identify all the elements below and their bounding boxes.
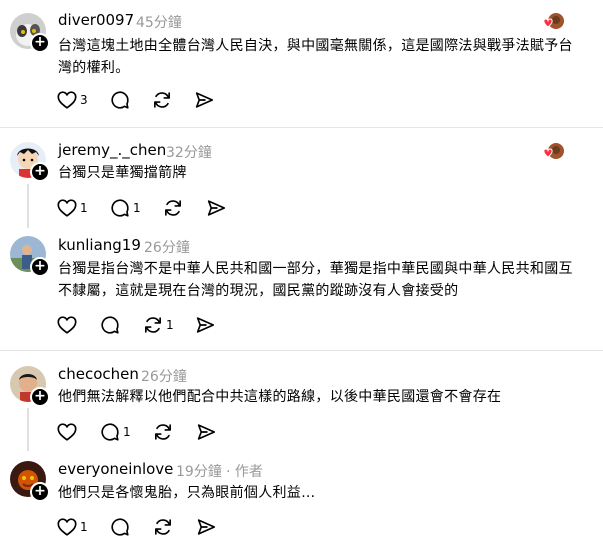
action-bar: 1 bbox=[56, 313, 256, 337]
timestamp: 19分鐘 bbox=[176, 464, 222, 480]
share-button[interactable] bbox=[195, 515, 217, 539]
reply-button[interactable]: 1 bbox=[99, 420, 131, 444]
post-text: 他們無法解釋以他們配合中共這樣的路線，以後中華民國還會不會存在 bbox=[58, 386, 603, 408]
action-bar: 1 1 bbox=[56, 196, 256, 220]
action-bar: 3 bbox=[56, 88, 256, 112]
action-bar: 1 bbox=[56, 515, 256, 539]
reply-button[interactable]: 1 bbox=[109, 196, 141, 220]
repost-icon bbox=[152, 421, 174, 443]
like-count: 1 bbox=[80, 520, 88, 534]
like-button[interactable]: 1 bbox=[56, 196, 88, 220]
action-bar: 1 bbox=[56, 420, 256, 444]
follow-plus-icon[interactable]: + bbox=[30, 33, 50, 53]
heart-icon bbox=[56, 516, 78, 538]
post-text: 台獨只是華獨擋箭牌 bbox=[58, 162, 603, 184]
post-text: 台灣這塊土地由全體台灣人民自決，與中國毫無關係，這是國際法與戰爭法賦予台 灣的權… bbox=[58, 35, 603, 79]
like-button[interactable] bbox=[56, 313, 78, 337]
like-count: 1 bbox=[80, 201, 88, 215]
thread-line bbox=[27, 408, 29, 451]
send-icon bbox=[195, 516, 217, 538]
like-button[interactable]: 1 bbox=[56, 515, 88, 539]
author-tag: · 作者 bbox=[226, 464, 263, 480]
timestamp: 45分鐘 bbox=[136, 15, 182, 31]
reply-button[interactable] bbox=[109, 88, 131, 112]
post-checochen: + checochen 26分鐘 他們無法解釋以他們配合中共這樣的路線，以後中華… bbox=[0, 351, 603, 451]
heart-icon bbox=[56, 421, 78, 443]
post-text-line: 台獨只是華獨擋箭牌 bbox=[58, 165, 187, 181]
username[interactable]: kunliang19 bbox=[58, 236, 141, 254]
username[interactable]: diver0097 bbox=[58, 11, 134, 29]
comment-icon bbox=[99, 421, 121, 443]
post-jeremy: + jeremy_._chen 32分鐘 台獨只是華獨擋箭牌 1 1 bbox=[0, 128, 603, 228]
follow-plus-icon[interactable]: + bbox=[30, 162, 50, 182]
repost-button[interactable] bbox=[152, 515, 174, 539]
post-text-line: 他們無法解釋以他們配合中共這樣的路線，以後中華民國還會不會存在 bbox=[58, 389, 502, 405]
send-icon bbox=[193, 89, 215, 111]
follow-plus-icon[interactable]: + bbox=[30, 387, 50, 407]
timestamp: 26分鐘 bbox=[144, 240, 190, 256]
repost-button[interactable] bbox=[151, 88, 173, 112]
repost-icon bbox=[142, 314, 164, 336]
timestamp: 26分鐘 bbox=[141, 369, 187, 385]
like-button[interactable] bbox=[56, 420, 78, 444]
repost-icon bbox=[151, 89, 173, 111]
post-text: 台獨是指台灣不是中華人民共和國一部分，華獨是指中華民國與中華人民共和國互 不隸屬… bbox=[58, 258, 603, 302]
username[interactable]: checochen bbox=[58, 365, 139, 383]
liked-by-author-badge bbox=[542, 142, 566, 160]
post-text-line: 不隸屬，這就是現在台灣的現況，國民黨的蹤跡沒有人會接受的 bbox=[58, 283, 459, 299]
heart-icon bbox=[56, 89, 78, 111]
like-button[interactable]: 3 bbox=[56, 88, 88, 112]
post-everyoneinlove: + everyoneinlove 19分鐘 · 作者 他們只是各懷鬼胎，只為眼前… bbox=[0, 451, 603, 555]
repost-icon bbox=[162, 197, 184, 219]
reply-button[interactable] bbox=[99, 313, 121, 337]
share-button[interactable] bbox=[193, 88, 215, 112]
username[interactable]: everyoneinlove bbox=[58, 460, 173, 478]
timestamp: 32分鐘 bbox=[166, 145, 212, 161]
repost-button[interactable] bbox=[162, 196, 184, 220]
repost-count: 1 bbox=[166, 318, 174, 332]
share-button[interactable] bbox=[205, 196, 227, 220]
heart-icon bbox=[56, 197, 78, 219]
liked-by-author-badge bbox=[542, 12, 566, 30]
repost-button[interactable]: 1 bbox=[142, 313, 174, 337]
share-button[interactable] bbox=[194, 313, 216, 337]
post-text-line: 他們只是各懷鬼胎，只為眼前個人利益… bbox=[58, 485, 316, 501]
username[interactable]: jeremy_._chen bbox=[58, 141, 166, 159]
reply-count: 1 bbox=[133, 201, 141, 215]
share-button[interactable] bbox=[195, 420, 217, 444]
post-text-line: 灣的權利。 bbox=[58, 60, 130, 76]
repost-button[interactable] bbox=[152, 420, 174, 444]
follow-plus-icon[interactable]: + bbox=[30, 482, 50, 502]
post-kunliang19: + kunliang19 26分鐘 台獨是指台灣不是中華人民共和國一部分，華獨是… bbox=[0, 228, 603, 350]
send-icon bbox=[205, 197, 227, 219]
comment-icon bbox=[99, 314, 121, 336]
comment-icon bbox=[109, 516, 131, 538]
heart-icon bbox=[56, 314, 78, 336]
send-icon bbox=[195, 421, 217, 443]
post-diver0097: + diver0097 45分鐘 台灣這塊土地由全體台灣人民自決，與中國毫無關係… bbox=[0, 0, 603, 128]
comment-icon bbox=[109, 197, 131, 219]
like-count: 3 bbox=[80, 93, 88, 107]
send-icon bbox=[194, 314, 216, 336]
repost-icon bbox=[152, 516, 174, 538]
reply-button[interactable] bbox=[109, 515, 131, 539]
post-text: 他們只是各懷鬼胎，只為眼前個人利益… bbox=[58, 482, 603, 504]
thread-line bbox=[27, 184, 29, 228]
post-text-line: 台獨是指台灣不是中華人民共和國一部分，華獨是指中華民國與中華人民共和國互 bbox=[58, 261, 573, 277]
post-text-line: 台灣這塊土地由全體台灣人民自決，與中國毫無關係，這是國際法與戰爭法賦予台 bbox=[58, 38, 573, 54]
comment-icon bbox=[109, 89, 131, 111]
follow-plus-icon[interactable]: + bbox=[30, 257, 50, 277]
reply-count: 1 bbox=[123, 425, 131, 439]
